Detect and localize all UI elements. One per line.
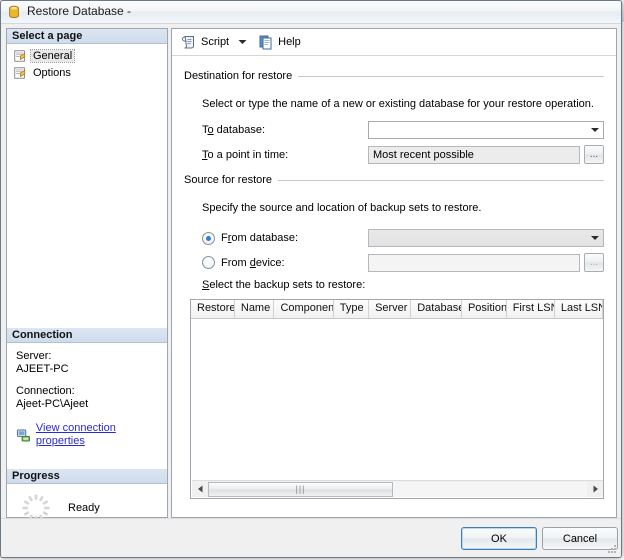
grid-column-restore[interactable]: Restore	[191, 300, 235, 318]
dialog-title: Restore Database -	[27, 4, 132, 18]
from-device-field[interactable]	[368, 253, 580, 272]
page-list: General Options	[7, 44, 167, 81]
help-button-label: Help	[278, 36, 301, 48]
grid-column-position[interactable]: Position	[462, 300, 507, 318]
connection-label: Connection:	[16, 385, 75, 397]
destination-group-title: Destination for restore	[184, 70, 604, 82]
server-value: AJEET-PC	[16, 363, 69, 375]
from-database-row: From database:	[184, 229, 616, 247]
progress-header: Progress	[7, 469, 167, 484]
scroll-right-button[interactable]	[587, 481, 603, 497]
scrollbar-track[interactable]: |||	[208, 481, 587, 497]
chevron-down-icon	[591, 236, 599, 240]
sidebar-item-general-label: General	[29, 48, 76, 63]
grid-column-database[interactable]: Database	[411, 300, 462, 318]
ok-button[interactable]: OK	[461, 527, 537, 550]
backup-sets-grid[interactable]: Restore Name Component Type Server Datab…	[190, 299, 604, 499]
arrow-right-icon	[593, 485, 598, 493]
page-icon	[14, 49, 26, 62]
restore-database-dialog: Restore Database - Select a page General	[0, 0, 622, 558]
source-group-title: Source for restore	[184, 174, 604, 186]
grid-body[interactable]	[191, 319, 603, 482]
view-connection-properties-link[interactable]: View connection properties	[36, 422, 167, 448]
from-device-radio[interactable]	[202, 256, 215, 269]
to-database-row: To database:	[184, 121, 616, 139]
grid-column-type[interactable]: Type	[334, 300, 370, 318]
scroll-left-button[interactable]	[192, 481, 208, 497]
general-page: Destination for restore Select or type t…	[172, 56, 616, 515]
script-dropdown-button[interactable]	[238, 36, 247, 48]
destination-description: Select or type the name of a new or exis…	[202, 98, 594, 110]
from-device-row: From device: ...	[184, 253, 616, 272]
grid-column-last-lsn[interactable]: Last LSN	[555, 300, 603, 318]
group-divider	[278, 179, 604, 181]
script-icon	[182, 36, 194, 49]
connection-header: Connection	[7, 328, 167, 343]
from-database-label: From database:	[221, 232, 299, 244]
connection-section: Connection Server: AJEET-PC Connection: …	[7, 328, 167, 448]
dialog-footer: OK Cancel	[1, 518, 621, 557]
sidebar-item-general[interactable]: General	[11, 47, 167, 64]
to-database-combo[interactable]	[368, 121, 604, 139]
progress-section: Progress Ready	[7, 469, 167, 523]
sidebar-item-options[interactable]: Options	[11, 64, 167, 81]
group-divider	[298, 75, 604, 77]
grid-header-row: Restore Name Component Type Server Datab…	[191, 300, 603, 319]
sidebar-item-options-label: Options	[33, 66, 71, 79]
to-point-in-time-label: To a point in time:	[202, 148, 289, 161]
grid-column-component[interactable]: Component	[274, 300, 334, 318]
progress-status: Ready	[68, 502, 100, 514]
script-button[interactable]: Script	[178, 32, 232, 52]
destination-group: Destination for restore	[184, 70, 604, 82]
from-device-browse-button[interactable]: ...	[584, 253, 604, 272]
connection-properties-icon	[16, 428, 30, 442]
source-description: Specify the source and location of backu…	[202, 202, 482, 214]
connection-value: Ajeet-PC\Ajeet	[16, 398, 89, 410]
server-label: Server:	[16, 350, 52, 362]
to-point-in-time-field[interactable]: Most recent possible	[368, 145, 580, 164]
content-toolbar: Script Help	[172, 29, 616, 56]
to-point-in-time-browse-button[interactable]: ...	[584, 145, 604, 164]
resize-grip-icon[interactable]	[606, 543, 618, 555]
source-group-title-label: Source for restore	[184, 174, 273, 186]
chevron-down-icon	[238, 40, 247, 44]
select-page-header: Select a page	[7, 29, 167, 44]
dialog-titlebar[interactable]: Restore Database -	[1, 1, 621, 24]
grid-column-name[interactable]: Name	[235, 300, 275, 318]
from-device-label: From device:	[221, 256, 285, 269]
to-database-label: To database:	[202, 124, 265, 136]
scrollbar-thumb[interactable]: |||	[208, 481, 393, 497]
main-content: Script Help Destination for restore Sele…	[171, 28, 617, 518]
grid-column-server[interactable]: Server	[369, 300, 412, 318]
arrow-left-icon	[197, 485, 202, 493]
grid-horizontal-scrollbar[interactable]: |||	[192, 480, 603, 497]
grid-column-first-lsn[interactable]: First LSN	[507, 300, 555, 318]
help-button[interactable]: Help	[255, 32, 304, 52]
chevron-down-icon	[591, 128, 599, 132]
scrollbar-grip: |||	[295, 483, 306, 494]
connection-body: Server: AJEET-PC Connection: Ajeet-PC\Aj…	[7, 343, 167, 448]
from-database-radio[interactable]	[202, 231, 215, 245]
to-point-in-time-row: To a point in time: Most recent possible…	[184, 145, 616, 164]
screen: Tools Window Community Help	[0, 0, 624, 560]
help-icon	[259, 35, 272, 50]
sidebar: Select a page General Options Connection…	[6, 28, 168, 522]
database-icon	[9, 5, 19, 19]
backup-sets-label: Select the backup sets to restore:	[202, 279, 366, 291]
page-icon	[14, 66, 26, 79]
from-database-combo[interactable]	[368, 229, 604, 247]
script-button-label: Script	[201, 36, 230, 48]
source-group: Source for restore	[184, 174, 604, 186]
view-connection-properties-row[interactable]: View connection properties	[16, 422, 167, 448]
destination-group-title-label: Destination for restore	[184, 70, 293, 82]
